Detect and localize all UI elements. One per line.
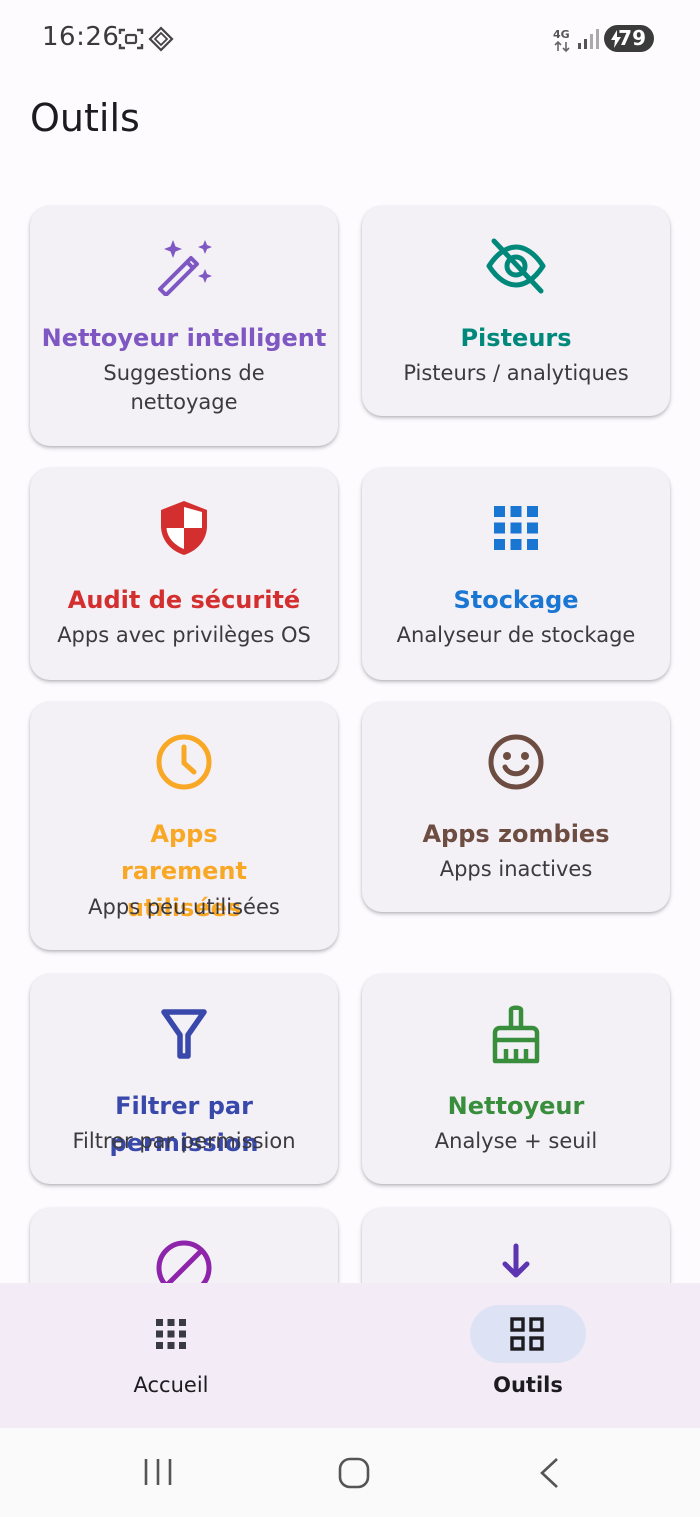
shield-icon xyxy=(161,501,207,555)
tool-title: Apps zombies xyxy=(422,820,610,848)
status-time: 16:26 xyxy=(42,22,120,52)
tool-subtitle: Apps inactives xyxy=(439,857,593,881)
tool-card-downloads[interactable] xyxy=(362,1208,670,1283)
magic-wand-icon xyxy=(158,240,212,296)
screenshot-icon xyxy=(118,27,144,56)
block-icon xyxy=(156,1240,212,1283)
home-icon[interactable] xyxy=(337,1456,371,1490)
tool-card-filter-permission[interactable]: Filtrer par permission Filtrer par permi… xyxy=(30,974,338,1184)
nfc-diamond-icon xyxy=(148,26,174,57)
tool-title: Pisteurs xyxy=(460,324,572,352)
tool-card-trackers[interactable]: Pisteurs Pisteurs / analytiques xyxy=(362,206,670,416)
status-bar: 16:26 4G 79 xyxy=(0,0,700,78)
tool-subtitle: Analyse + seuil xyxy=(434,1129,598,1153)
nav-label: Outils xyxy=(493,1373,563,1397)
tool-card-smart-cleaner[interactable]: Nettoyeur intelligent Suggestions de net… xyxy=(30,206,338,446)
tool-card-cleaner[interactable]: Nettoyeur Analyse + seuil xyxy=(362,974,670,1184)
tool-subtitle: Filtrer par permission xyxy=(72,1129,296,1153)
clock-icon xyxy=(156,734,212,790)
network-type-label: 4G xyxy=(553,28,570,41)
tool-title: Nettoyeur intelligent xyxy=(41,324,327,352)
battery-indicator: 79 xyxy=(604,25,654,52)
nav-label: Accueil xyxy=(133,1373,209,1397)
dashboard-icon xyxy=(510,1317,544,1351)
broom-icon xyxy=(492,1005,540,1064)
tool-title: Nettoyeur xyxy=(447,1092,585,1120)
tool-card-zombie-apps[interactable]: Apps zombies Apps inactives xyxy=(362,702,670,912)
battery-level: 79 xyxy=(618,26,646,50)
back-icon[interactable] xyxy=(537,1456,561,1490)
tool-subtitle: Apps avec privilèges OS xyxy=(57,623,311,647)
tool-subtitle: Suggestions de nettoyage xyxy=(103,361,265,414)
nav-item-accueil[interactable]: Accueil xyxy=(0,1283,350,1428)
charging-bolt-icon xyxy=(611,30,621,48)
tools-grid[interactable]: Nettoyeur intelligent Suggestions de net… xyxy=(0,180,700,1283)
bottom-navigation: Accueil Outils xyxy=(0,1283,700,1428)
download-icon xyxy=(502,1243,530,1278)
tool-title: Audit de sécurité xyxy=(67,586,301,614)
network-4g-icon: 4G xyxy=(552,27,574,58)
tool-card-rarely-used[interactable]: Apps rarement utilisées Apps peu utilisé… xyxy=(30,702,338,950)
recents-icon[interactable] xyxy=(141,1456,175,1488)
storage-grid-icon xyxy=(494,506,538,550)
tool-subtitle: Analyseur de stockage xyxy=(396,623,636,647)
tool-card-security-audit[interactable]: Audit de sécurité Apps avec privilèges O… xyxy=(30,468,338,680)
filter-icon xyxy=(161,1009,207,1059)
apps-grid-icon xyxy=(156,1319,186,1349)
signal-icon xyxy=(576,28,600,55)
system-navigation-bar xyxy=(0,1428,700,1517)
nav-item-outils[interactable]: Outils xyxy=(350,1283,700,1428)
eye-off-icon xyxy=(486,238,546,294)
tool-card-blocked[interactable] xyxy=(30,1208,338,1283)
tool-subtitle: Pisteurs / analytiques xyxy=(403,361,629,385)
tool-subtitle: Apps peu utilisées xyxy=(88,895,280,919)
tool-card-storage[interactable]: Stockage Analyseur de stockage xyxy=(362,468,670,680)
page-title: Outils xyxy=(30,96,140,140)
tool-title: Stockage xyxy=(453,586,579,614)
smiley-icon xyxy=(488,734,544,790)
